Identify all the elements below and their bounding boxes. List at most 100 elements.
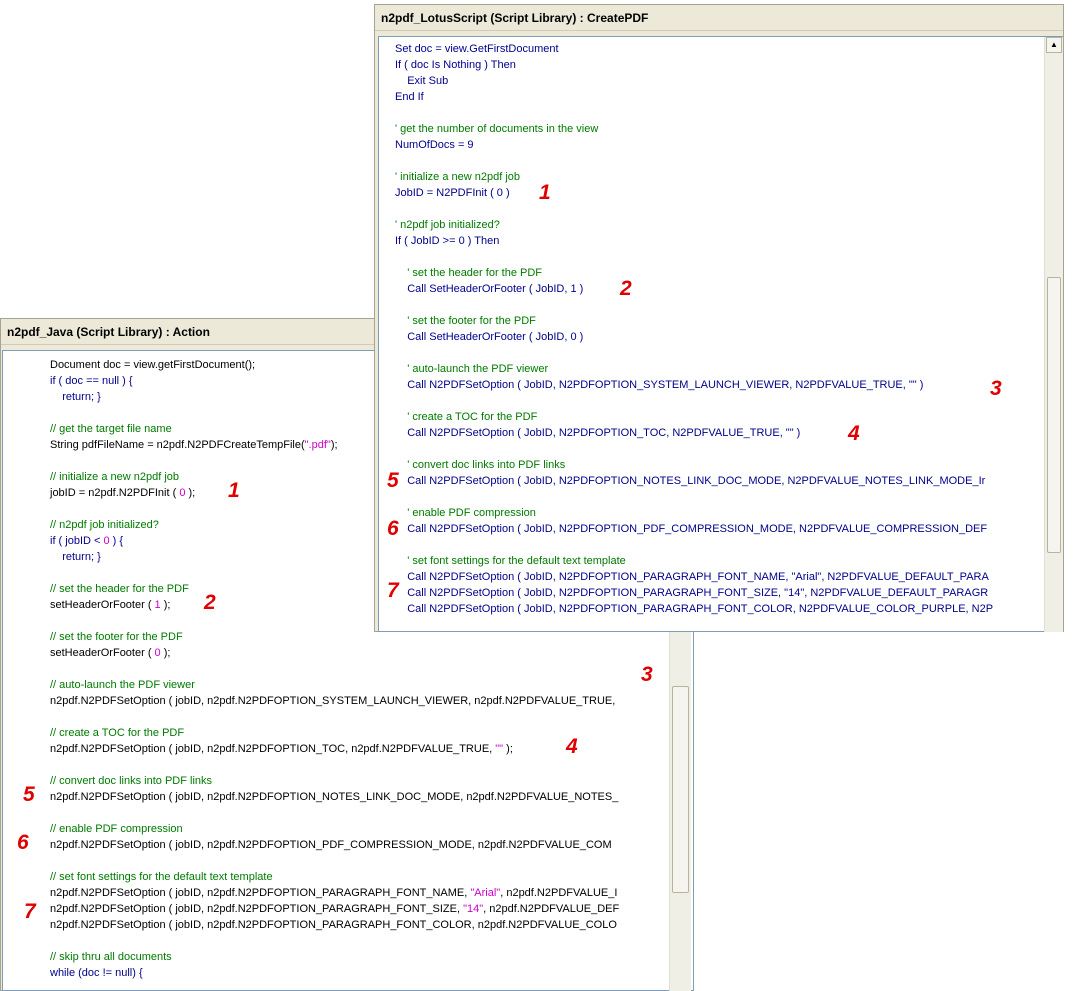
lotus-code-area[interactable]: Set doc = view.GetFirstDocument If ( doc … <box>378 36 1063 632</box>
lotus-code-token: ' initialize a new n2pdf job <box>395 171 521 183</box>
java-code-line: n2pdf.N2PDFSetOption ( jobID, n2pdf.N2PD… <box>50 886 617 900</box>
java-code-token: setHeaderOrFooter ( <box>50 647 155 659</box>
java-code-token: "" <box>495 743 504 755</box>
java-code-token: n2pdf.N2PDFSetOption ( jobID, n2pdf.N2PD… <box>50 695 619 707</box>
java-step-marker: 4 <box>566 735 578 758</box>
lotus-step-marker: 2 <box>620 277 632 300</box>
lotus-code-token: Call SetHeaderOrFooter ( JobID, 0 ) <box>395 331 584 343</box>
lotus-code-token: Set doc = view.GetFirstDocument <box>395 43 559 55</box>
java-code-token: if ( jobID < <box>50 535 104 547</box>
lotus-step-marker: 3 <box>990 377 1002 400</box>
java-code-line: // enable PDF compression <box>50 822 183 836</box>
java-code-token: n2pdf.N2PDFSetOption ( jobID, n2pdf.N2PD… <box>50 791 619 803</box>
lotus-code-token: ' convert doc links into PDF links <box>395 459 566 471</box>
lotus-window-title: n2pdf_LotusScript (Script Library) : Cre… <box>375 5 1063 31</box>
java-code-token: ); <box>160 647 171 659</box>
lotus-code-line: Call N2PDFSetOption ( JobID, N2PDFOPTION… <box>395 570 989 584</box>
lotus-scroll-up-button[interactable]: ▲ <box>1046 37 1062 53</box>
lotus-code-line: ' enable PDF compression <box>395 506 536 520</box>
lotus-code-line: ' initialize a new n2pdf job <box>395 170 520 184</box>
java-code-token: , n2pdf.N2PDFVALUE_DEF <box>483 903 620 915</box>
java-code-token: ".pdf" <box>304 439 331 451</box>
lotus-code-line: ' set font settings for the default text… <box>395 554 626 568</box>
java-code-line: jobID = n2pdf.N2PDFInit ( 0 ); <box>50 486 195 500</box>
lotus-code-token: Exit Sub <box>395 75 449 87</box>
java-code-token: // set the header for the PDF <box>50 583 189 595</box>
java-code-token: ); <box>503 743 513 755</box>
lotus-code-line: ' get the number of documents in the vie… <box>395 122 598 136</box>
java-code-token: n2pdf.N2PDFSetOption ( jobID, n2pdf.N2PD… <box>50 903 464 915</box>
lotus-code-token: Call N2PDFSetOption ( JobID, N2PDFOPTION… <box>395 475 986 487</box>
lotus-code-token: ' get the number of documents in the vie… <box>395 123 599 135</box>
java-code-line: return; } <box>50 550 101 564</box>
lotus-step-marker: 7 <box>387 579 399 602</box>
lotus-code-line: End If <box>395 90 424 104</box>
java-vertical-scrollbar[interactable] <box>669 632 691 991</box>
java-step-marker: 5 <box>23 783 35 806</box>
lotus-code-line: ' create a TOC for the PDF <box>395 410 537 424</box>
java-code-token: n2pdf.N2PDFSetOption ( jobID, n2pdf.N2PD… <box>50 919 617 931</box>
java-step-marker: 1 <box>228 479 240 502</box>
lotus-code-token: JobID = N2PDFInit ( 0 ) <box>395 187 510 199</box>
lotus-code-line: Call N2PDFSetOption ( JobID, N2PDFOPTION… <box>395 474 985 488</box>
java-code-line: // convert doc links into PDF links <box>50 774 212 788</box>
lotus-code-line: ' set the footer for the PDF <box>395 314 536 328</box>
lotus-code-line: ' set the header for the PDF <box>395 266 542 280</box>
java-code-line: // skip thru all documents <box>50 950 172 964</box>
java-code-token: // convert doc links into PDF links <box>50 775 213 787</box>
lotus-code-token: Call N2PDFSetOption ( JobID, N2PDFOPTION… <box>395 587 989 599</box>
lotus-code-line: Set doc = view.GetFirstDocument <box>395 42 559 56</box>
java-code-token: // auto-launch the PDF viewer <box>50 679 195 691</box>
java-code-token: if ( doc == null ) { <box>50 375 133 387</box>
java-code-line: String pdfFileName = n2pdf.N2PDFCreateTe… <box>50 438 338 452</box>
lotus-step-marker: 4 <box>848 422 860 445</box>
java-code-line: // auto-launch the PDF viewer <box>50 678 195 692</box>
lotus-scrollbar-thumb[interactable] <box>1047 277 1061 553</box>
java-step-marker: 3 <box>641 663 653 686</box>
java-code-token: , n2pdf.N2PDFVALUE_I <box>500 887 618 899</box>
java-code-token: "14" <box>463 903 484 915</box>
lotus-code-token: End If <box>395 91 424 103</box>
lotus-code-token: Call SetHeaderOrFooter ( JobID, 1 ) <box>395 283 584 295</box>
lotus-code-token: ' set font settings for the default text… <box>395 555 626 567</box>
lotus-code-line: ' n2pdf job initialized? <box>395 218 500 232</box>
java-code-token: Document doc = view.getFirstDocument(); <box>50 359 256 371</box>
lotus-code-token: ' enable PDF compression <box>395 507 536 519</box>
java-code-token: return; } <box>50 391 101 403</box>
java-code-token: ); <box>185 487 196 499</box>
java-code-line: n2pdf.N2PDFSetOption ( jobID, n2pdf.N2PD… <box>50 838 612 852</box>
lotus-code-token: ' auto-launch the PDF viewer <box>395 363 549 375</box>
lotus-code-token: ' set the header for the PDF <box>395 267 543 279</box>
java-code-line: // n2pdf job initialized? <box>50 518 159 532</box>
java-code-token: // enable PDF compression <box>50 823 183 835</box>
lotus-code-token: Call N2PDFSetOption ( JobID, N2PDFOPTION… <box>395 379 924 391</box>
java-code-token: ) { <box>109 535 124 547</box>
java-code-token: ); <box>160 599 171 611</box>
lotus-code-line: Call N2PDFSetOption ( JobID, N2PDFOPTION… <box>395 378 923 392</box>
java-code-token: n2pdf.N2PDFSetOption ( jobID, n2pdf.N2PD… <box>50 839 612 851</box>
lotus-code-line: Call N2PDFSetOption ( JobID, N2PDFOPTION… <box>395 586 988 600</box>
java-scrollbar-thumb[interactable] <box>672 686 689 893</box>
lotus-vertical-scrollbar[interactable]: ▲ <box>1044 37 1063 632</box>
lotus-code-line: ' convert doc links into PDF links <box>395 458 565 472</box>
lotus-code-token: If ( doc Is Nothing ) Then <box>395 59 516 71</box>
java-code-line: n2pdf.N2PDFSetOption ( jobID, n2pdf.N2PD… <box>50 742 513 756</box>
java-code-token: ); <box>330 439 338 451</box>
java-code-token: // n2pdf job initialized? <box>50 519 159 531</box>
lotus-code-token: If ( JobID >= 0 ) Then <box>395 235 500 247</box>
java-code-line: setHeaderOrFooter ( 1 ); <box>50 598 170 612</box>
java-step-marker: 6 <box>17 831 29 854</box>
java-code-line: while (doc != null) { <box>50 966 143 980</box>
java-code-token: // set font settings for the default tex… <box>50 871 273 883</box>
java-code-line: // set the footer for the PDF <box>50 630 183 644</box>
java-code-line: n2pdf.N2PDFSetOption ( jobID, n2pdf.N2PD… <box>50 902 619 916</box>
lotus-code-line: Exit Sub <box>395 74 448 88</box>
lotus-code-line: If ( doc Is Nothing ) Then <box>395 58 516 72</box>
lotus-code-line: ' auto-launch the PDF viewer <box>395 362 548 376</box>
java-code-line: // set the header for the PDF <box>50 582 189 596</box>
java-code-token: n2pdf.N2PDFSetOption ( jobID, n2pdf.N2PD… <box>50 743 496 755</box>
java-code-line: if ( doc == null ) { <box>50 374 133 388</box>
lotus-code-token: ' set the footer for the PDF <box>395 315 536 327</box>
lotus-code-token: ' create a TOC for the PDF <box>395 411 538 423</box>
java-code-token: String pdfFileName = n2pdf.N2PDFCreateTe… <box>50 439 305 451</box>
